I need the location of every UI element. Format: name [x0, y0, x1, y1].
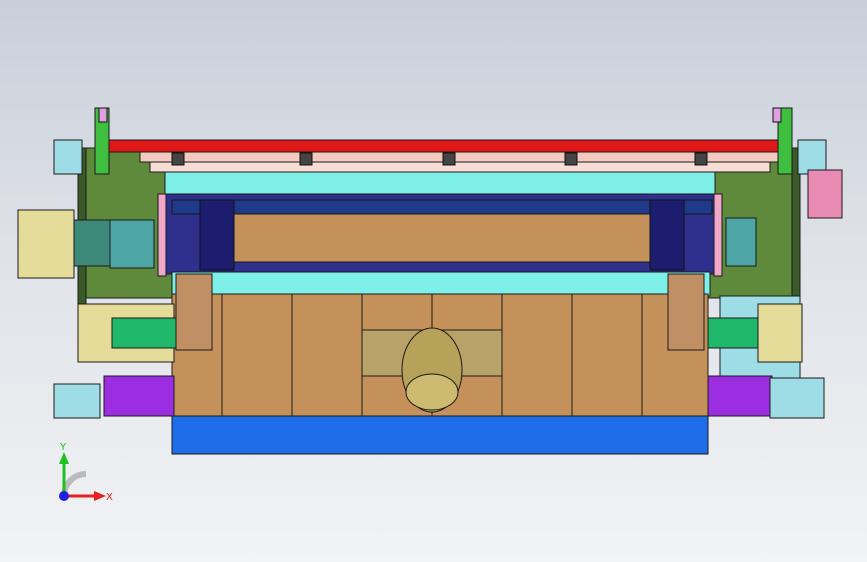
right-pink-post[interactable]: [713, 193, 723, 277]
top-rail-cyan-upper[interactable]: [164, 171, 716, 195]
triad-graphic: Y X: [59, 442, 113, 503]
x-axis-label: X: [106, 492, 113, 503]
left-end-cap[interactable]: [199, 199, 235, 271]
cad-viewport[interactable]: Y X: [0, 0, 867, 562]
center-motor-cap: [405, 373, 459, 411]
top-rail-red[interactable]: [99, 139, 781, 153]
top-rail-lightpink[interactable]: [149, 161, 771, 173]
left-bracket[interactable]: [175, 273, 213, 351]
machine-assembly-model[interactable]: [0, 0, 867, 562]
left-motor-housing[interactable]: [17, 209, 75, 279]
origin-dot: [59, 491, 69, 501]
top-rail-pink[interactable]: [139, 151, 781, 163]
right-pink-box[interactable]: [807, 169, 843, 219]
left-top-plate[interactable]: [53, 139, 83, 175]
x-axis-head: [94, 491, 106, 501]
right-bracket[interactable]: [667, 273, 705, 351]
right-bottom-plate[interactable]: [769, 377, 825, 419]
right-end-cap[interactable]: [649, 199, 685, 271]
left-purple-block[interactable]: [103, 375, 175, 417]
left-green-cylinder[interactable]: [111, 317, 177, 349]
left-sensor-tip: [98, 107, 108, 123]
left-bottom-plate[interactable]: [53, 383, 101, 419]
coordinate-triad: Y X: [40, 438, 120, 508]
right-motor-gearbox[interactable]: [725, 217, 757, 267]
blue-base[interactable]: [171, 415, 709, 455]
right-purple-block[interactable]: [707, 375, 773, 417]
y-axis-head: [59, 452, 69, 464]
left-motor-gearbox[interactable]: [109, 219, 155, 269]
roller-tan[interactable]: [231, 213, 653, 263]
roller-top-bar: [171, 199, 713, 215]
lower-cyan-rail[interactable]: [171, 271, 711, 297]
right-top-plate[interactable]: [797, 139, 827, 175]
left-pink-post[interactable]: [157, 193, 167, 277]
right-sensor-tip: [772, 107, 782, 123]
y-axis-label: Y: [59, 442, 67, 453]
right-khaki-plate[interactable]: [757, 303, 803, 363]
